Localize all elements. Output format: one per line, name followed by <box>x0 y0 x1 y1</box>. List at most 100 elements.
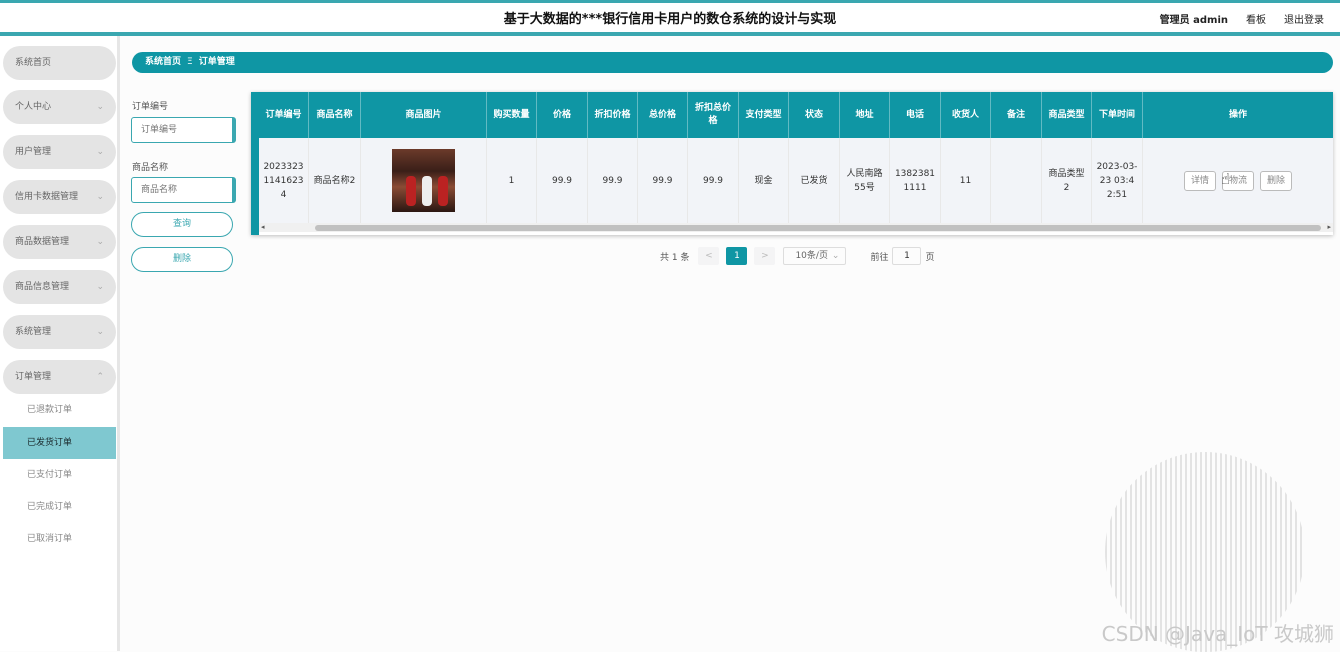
sidebar-subitem-refunded-orders[interactable]: 已退款订单 <box>3 394 116 426</box>
discount-total-cell: 99.9 <box>688 138 739 223</box>
price-cell: 99.9 <box>537 138 588 223</box>
page-number-button[interactable]: 1 <box>726 247 748 265</box>
batch-delete-button[interactable]: 删除 <box>131 247 233 272</box>
chevron-down-icon: ⌄ <box>96 282 104 292</box>
total-price-cell: 99.9 <box>638 138 688 223</box>
app-title: 基于大数据的***银行信用卡用户的数仓系统的设计与实现 <box>503 12 837 27</box>
product-thumbnail-image[interactable] <box>392 149 455 212</box>
table-header-cell: 备注 <box>991 92 1042 138</box>
sidebar-item-user-management[interactable]: 用户管理 ⌄ <box>3 135 116 169</box>
sidebar-subitem-completed-orders[interactable]: 已完成订单 <box>3 491 116 523</box>
pagination-total: 共 1 条 <box>660 252 690 263</box>
chevron-down-icon: ⌄ <box>96 192 104 202</box>
logout-link[interactable]: 退出登录 <box>1284 11 1324 26</box>
address-cell: 人民南路55号 <box>840 138 890 223</box>
sidebar-item-credit-card-data[interactable]: 信用卡数据管理 ⌄ <box>3 180 116 214</box>
sidebar-subitem-paid-orders[interactable]: 已支付订单 <box>3 459 116 491</box>
sidebar-item-profile[interactable]: 个人中心 ⌄ <box>3 90 116 124</box>
chevron-up-icon: ⌃ <box>96 372 104 382</box>
page-size-select[interactable]: 10条/页 ⌄ <box>783 247 847 265</box>
table-header-cell: 地址 <box>840 92 890 138</box>
prev-page-button[interactable]: < <box>698 247 720 265</box>
sidebar-item-product-data[interactable]: 商品数据管理 ⌄ <box>3 225 116 259</box>
sidebar-item-label: 用户管理 <box>15 147 52 157</box>
scrollbar-thumb[interactable] <box>315 225 1321 231</box>
product-name-input[interactable] <box>131 177 236 203</box>
remark-cell <box>991 138 1042 223</box>
sidebar-subitem-shipped-orders[interactable]: 已发货订单 <box>3 427 116 459</box>
page-size-value: 10条/页 <box>795 251 828 261</box>
scroll-right-icon[interactable]: ▸ <box>1327 223 1331 232</box>
table-header-cell: 折扣价格 <box>588 92 638 138</box>
detail-button[interactable]: 详情 <box>1184 170 1216 191</box>
table-header-cell: 折扣总价格 <box>688 92 739 138</box>
status-cell: 已发货 <box>789 138 840 223</box>
goto-label: 前往 <box>870 252 889 263</box>
table-header-cell: 状态 <box>789 92 840 138</box>
discount-price-cell: 99.9 <box>588 138 638 223</box>
breadcrumb-current: 订单管理 <box>198 57 235 67</box>
sidebar-item-home[interactable]: 系统首页 <box>3 46 116 80</box>
sidebar-item-label: 商品数据管理 <box>15 237 70 247</box>
table-header-cell: 电话 <box>890 92 941 138</box>
page-suffix-label: 页 <box>925 252 935 263</box>
sidebar-item-product-info[interactable]: 商品信息管理 ⌄ <box>3 270 116 304</box>
pagination: 共 1 条 < 1 > 10条/页 ⌄ 前往 1 页 <box>660 247 934 265</box>
table-row: 20233231141623 4 商品名称2 1 99.9 99.9 99.9 … <box>259 138 1333 223</box>
chevron-down-icon: ⌄ <box>96 147 104 157</box>
sidebar-item-orders[interactable]: 订单管理 ⌃ <box>3 360 116 394</box>
product-image-cell <box>361 138 487 223</box>
chevron-down-icon: ⌄ <box>96 327 104 337</box>
pay-type-cell: 现金 <box>739 138 789 223</box>
breadcrumb-separator-icon: Ξ <box>187 57 193 67</box>
chevron-down-icon: ⌄ <box>96 237 104 247</box>
thumbnail-figure <box>406 176 416 206</box>
table-header-cell: 价格 <box>537 92 588 138</box>
product-name-cell: 商品名称2 <box>309 138 361 223</box>
admin-user-label: 管理员 admin <box>1159 15 1228 26</box>
top-header: 基于大数据的***银行信用卡用户的数仓系统的设计与实现 管理员 admin 看板… <box>0 0 1340 36</box>
chevron-down-icon: ⌄ <box>96 102 104 112</box>
product-type-cell: 商品类型2 <box>1042 138 1092 223</box>
order-no-label: 订单编号 <box>132 102 169 112</box>
table-header: 订单编号 商品名称 商品图片 购买数量 价格 折扣价格 总价格 折扣总价格 支付… <box>259 92 1333 138</box>
breadcrumb-home[interactable]: 系统首页 <box>145 57 181 67</box>
sidebar-item-label: 商品信息管理 <box>15 282 70 292</box>
phone-cell: 13823811111 <box>890 138 941 223</box>
table-header-cell: 操作 <box>1228 109 1247 120</box>
watermark-text: CSDN @Java_IoT 攻城狮 <box>1101 622 1334 646</box>
sidebar: 系统首页 个人中心 ⌄ 用户管理 ⌄ 信用卡数据管理 ⌄ 商品数据管理 ⌄ 商品信息管理… <box>0 36 120 651</box>
goto-page-input[interactable]: 1 <box>892 247 922 265</box>
table-header-cell: 购买数量 <box>487 92 537 138</box>
order-no-cell: 20233231141623 4 <box>259 138 309 223</box>
table-header-cell: 收货人 <box>941 92 991 138</box>
sidebar-item-label: 系统首页 <box>15 58 52 68</box>
sidebar-item-label: 订单管理 <box>15 372 52 382</box>
table-header-cell: 总价格 <box>638 92 688 138</box>
header-user-area: 管理员 admin 看板 退出登录 <box>1160 11 1324 26</box>
table-header-cell: 订单编号 <box>259 92 309 138</box>
chevron-down-icon: ⌄ <box>831 251 840 261</box>
breadcrumb: 系统首页 Ξ 订单管理 <box>132 52 1333 73</box>
quantity-cell: 1 <box>487 138 537 223</box>
actions-cell: 详情 物流 删除 <box>1143 138 1333 223</box>
horizontal-scrollbar[interactable]: ◂ ▸ <box>259 223 1333 232</box>
order-time-cell: 2023-03-23 03:42:51 <box>1092 138 1143 223</box>
scroll-left-icon[interactable]: ◂ <box>261 223 265 232</box>
thumbnail-figure <box>438 176 448 206</box>
sidebar-item-system[interactable]: 系统管理 ⌄ <box>3 315 116 349</box>
order-no-input[interactable] <box>131 117 236 143</box>
delete-button[interactable]: 删除 <box>1260 170 1292 191</box>
table-header-cell: 下单时间 <box>1092 92 1143 138</box>
receiver-cell: 11 <box>941 138 991 223</box>
sidebar-item-label: 个人中心 <box>15 102 52 112</box>
sidebar-subitem-cancelled-orders[interactable]: 已取消订单 <box>3 523 116 555</box>
sidebar-item-label: 系统管理 <box>15 327 52 337</box>
query-button[interactable]: 查询 <box>131 212 233 237</box>
dashboard-link[interactable]: 看板 <box>1246 11 1266 26</box>
orders-table: 订单编号 商品名称 商品图片 购买数量 价格 折扣价格 总价格 折扣总价格 支付… <box>251 92 1333 235</box>
product-name-label: 商品名称 <box>132 163 169 173</box>
hand-cursor-icon: ☝ <box>1221 170 1231 188</box>
next-page-button[interactable]: > <box>754 247 776 265</box>
table-header-cell: 商品类型 <box>1042 92 1092 138</box>
